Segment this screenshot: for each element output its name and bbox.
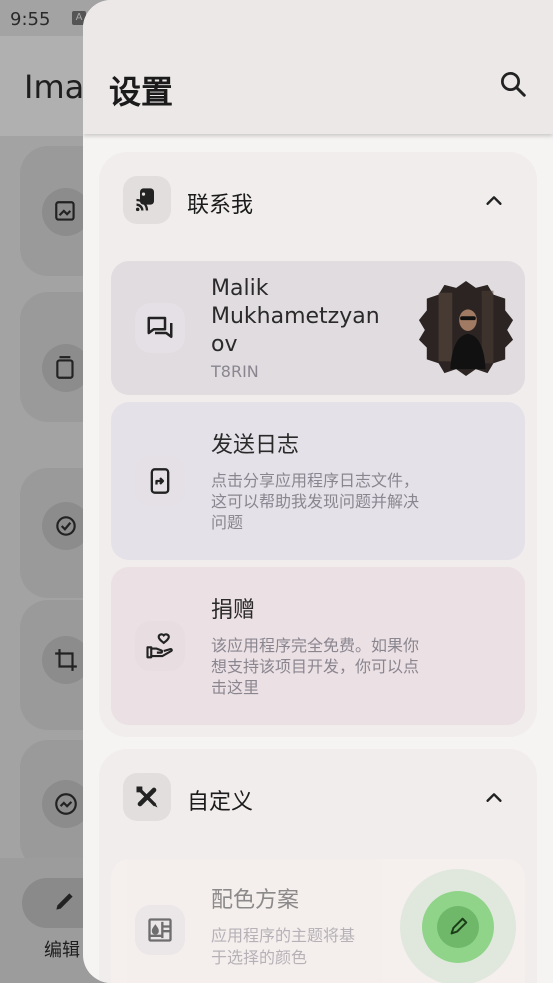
developer-name-line-3: ov — [211, 332, 238, 357]
send-logs-item[interactable]: 发送日志 点击分享应用程序日志文件， 这可以帮助我发现问题并解决 问题 — [111, 402, 525, 560]
donate-subtitle-line-3: 击这里 — [211, 678, 260, 697]
section-customize-header[interactable]: 自定义 — [123, 773, 513, 823]
donate-item[interactable]: 捐赠 该应用程序完全免费。如果你 想支持该项目开发，你可以点 击这里 — [111, 567, 525, 725]
donate-subtitle-line-1: 该应用程序完全免费。如果你 — [211, 636, 420, 655]
drawer-header: 设置 — [83, 0, 553, 134]
search-button[interactable] — [493, 66, 533, 106]
chat-icon — [135, 303, 185, 353]
background-app-title: Ima — [24, 68, 85, 106]
section-customize-label: 自定义 — [187, 790, 254, 815]
donate-subtitle-line-2: 想支持该项目开发，你可以点 — [211, 657, 420, 676]
settings-drawer: 设置 联系我 Malik Mukhametzyan ov T8RIN 发送日志 … — [83, 0, 553, 983]
edit-fab-button[interactable] — [422, 891, 494, 963]
section-contact-header[interactable]: 联系我 — [123, 176, 513, 226]
developer-name-line-1: Malik — [211, 276, 269, 301]
share-file-icon — [135, 456, 185, 506]
chevron-up-icon[interactable] — [479, 783, 509, 813]
status-time: 9:55 — [10, 9, 51, 30]
avatar — [417, 279, 515, 377]
section-contact: 联系我 Malik Mukhametzyan ov T8RIN 发送日志 点击分… — [99, 152, 537, 737]
section-contact-label: 联系我 — [187, 193, 254, 218]
chevron-up-icon[interactable] — [479, 186, 509, 216]
edit-pencil-icon — [437, 906, 479, 948]
cast-icon — [123, 176, 171, 224]
pencil-icon — [52, 888, 78, 918]
search-icon — [498, 69, 528, 103]
page-title: 设置 — [109, 73, 174, 111]
donate-hand-icon — [135, 621, 185, 671]
design-tools-icon — [123, 773, 171, 821]
donate-title: 捐赠 — [211, 598, 256, 623]
bottom-nav-edit-label: 编辑 — [44, 940, 80, 961]
send-logs-subtitle-line-1: 点击分享应用程序日志文件， — [211, 471, 420, 490]
developer-profile-item[interactable]: Malik Mukhametzyan ov T8RIN — [111, 261, 525, 395]
send-logs-title: 发送日志 — [211, 433, 300, 458]
color-scheme-title: 配色方案 — [211, 888, 300, 913]
developer-name-line-2: Mukhametzyan — [211, 304, 380, 329]
send-logs-subtitle-line-3: 问题 — [211, 513, 244, 532]
send-logs-subtitle-line-2: 这可以帮助我发现问题并解决 — [211, 492, 420, 511]
palette-icon — [135, 905, 185, 955]
